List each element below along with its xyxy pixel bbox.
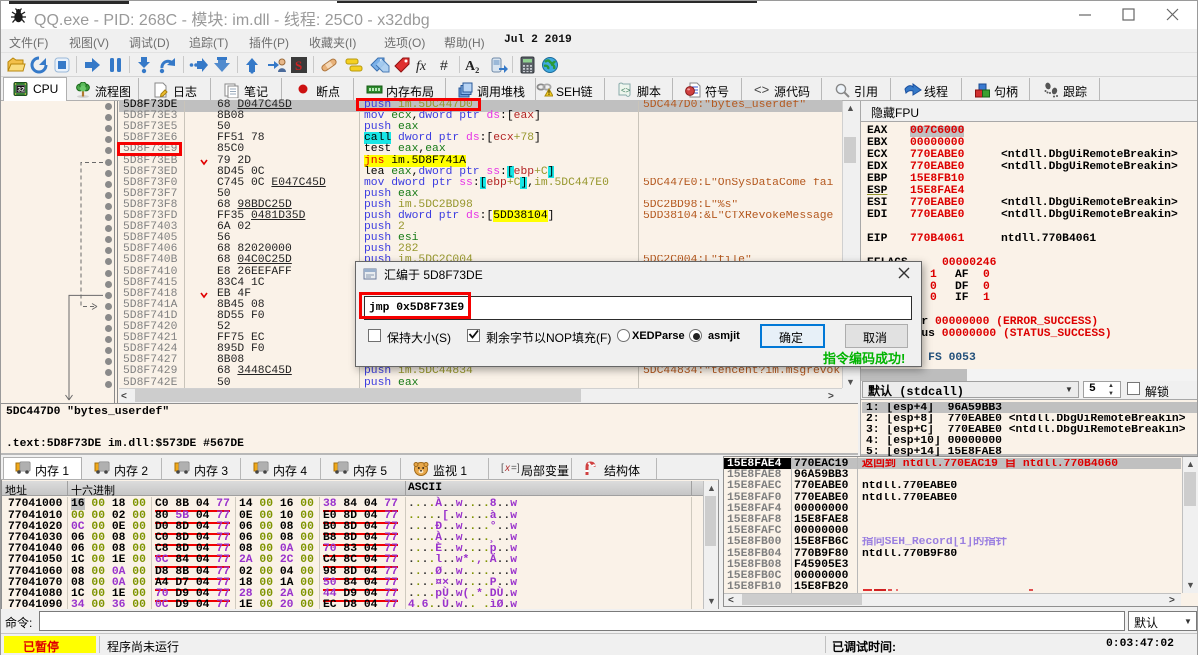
svg-text:#: # xyxy=(440,57,448,73)
svg-text:!: ! xyxy=(548,91,550,97)
svg-text:fx: fx xyxy=(416,59,427,74)
svg-text:32: 32 xyxy=(17,86,25,93)
svg-text:<>: <> xyxy=(754,82,769,96)
svg-text:[: [ xyxy=(501,463,504,474)
svg-text:S: S xyxy=(295,58,302,73)
svg-text:<>: <> xyxy=(621,86,631,95)
svg-text:=]: =] xyxy=(511,463,520,474)
svg-text:x: x xyxy=(504,463,511,474)
svg-text:A₂: A₂ xyxy=(465,59,479,74)
